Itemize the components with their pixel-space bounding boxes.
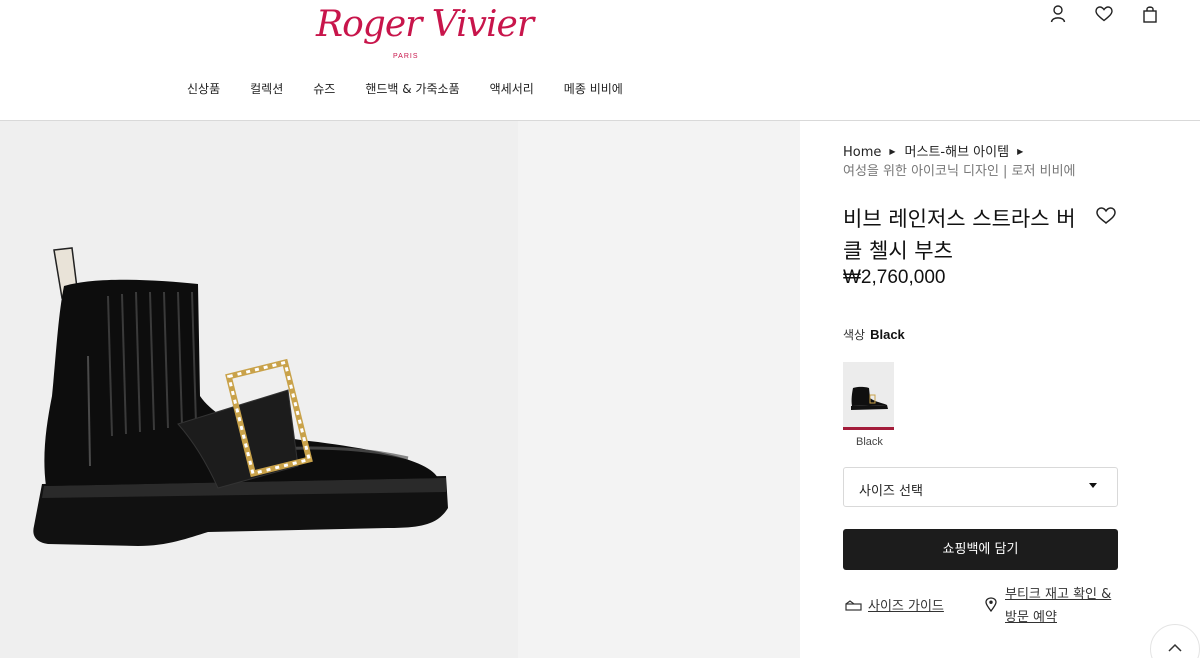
shopping-bag-icon[interactable] <box>1143 5 1157 27</box>
boutique-stock-label: 부티크 재고 확인 & 방문 예약 <box>1005 587 1112 625</box>
color-selection-label: 색상 Black <box>843 326 905 343</box>
wishlist-icon[interactable] <box>1095 6 1113 26</box>
chevron-up-icon <box>1168 643 1182 652</box>
chevron-down-icon <box>1089 483 1097 488</box>
product-title: 비브 레인저스 스트라스 버클 첼시 부츠 <box>843 207 1076 263</box>
size-guide-link[interactable]: 사이즈 가이드 <box>845 595 944 614</box>
color-label: 색상 <box>843 328 866 342</box>
breadcrumb-arrow-icon: ▶ <box>1017 147 1024 156</box>
nav-item-new[interactable]: 신상품 <box>187 80 220 97</box>
product-info-panel: Home ▶ 머스트-해브 아이템 ▶ 여성을 위한 아이코닉 디자인 | 로저 비비… <box>800 121 1200 658</box>
brand-logo[interactable]: Roger Vivier PARIS <box>316 4 534 66</box>
nav-item-shoes[interactable]: 슈즈 <box>313 80 335 97</box>
nav-item-accessories[interactable]: 액세서리 <box>490 80 534 97</box>
header-icon-group <box>1050 5 1200 27</box>
product-image-boot <box>33 247 448 546</box>
breadcrumb: Home ▶ 머스트-해브 아이템 ▶ <box>843 141 1032 160</box>
breadcrumb-home[interactable]: Home <box>843 145 881 160</box>
add-to-wishlist-icon[interactable] <box>1096 207 1116 225</box>
add-to-bag-button[interactable]: 쇼핑백에 담기 <box>843 529 1118 570</box>
color-swatch-black[interactable] <box>843 362 894 430</box>
logo-subtitle: PARIS <box>393 53 419 60</box>
size-select[interactable]: 사이즈 선택 <box>843 467 1118 507</box>
product-gallery[interactable] <box>0 121 800 658</box>
nav-item-maison[interactable]: 메종 비비에 <box>564 80 623 97</box>
account-icon[interactable] <box>1050 5 1066 27</box>
site-header: Roger Vivier PARIS 신상품 컬렉션 슈즈 핸드백 & 가죽소품… <box>0 0 1200 121</box>
ruler-icon <box>845 600 862 611</box>
gallery-secondary-image <box>518 121 800 658</box>
nav-item-collection[interactable]: 컬렉션 <box>250 80 283 97</box>
boutique-stock-link[interactable]: 부티크 재고 확인 & 방문 예약 <box>985 583 1115 629</box>
size-select-placeholder: 사이즈 선택 <box>859 484 923 499</box>
product-price: ₩2,760,000 <box>843 267 946 288</box>
main-nav: 신상품 컬렉션 슈즈 핸드백 & 가죽소품 액세서리 메종 비비에 <box>187 80 623 97</box>
nav-item-handbags[interactable]: 핸드백 & 가죽소품 <box>365 80 459 97</box>
logo-wordmark: Roger Vivier <box>316 4 534 45</box>
breadcrumb-arrow-icon: ▶ <box>889 147 896 156</box>
swatch-label: Black <box>856 436 883 448</box>
size-guide-label: 사이즈 가이드 <box>868 599 944 614</box>
color-value: Black <box>870 327 905 342</box>
breadcrumb-current[interactable]: 여성을 위한 아이코닉 디자인 | 로저 비비에 <box>843 160 1076 179</box>
location-pin-icon <box>985 597 997 612</box>
breadcrumb-must-have[interactable]: 머스트-해브 아이템 <box>905 145 1010 160</box>
